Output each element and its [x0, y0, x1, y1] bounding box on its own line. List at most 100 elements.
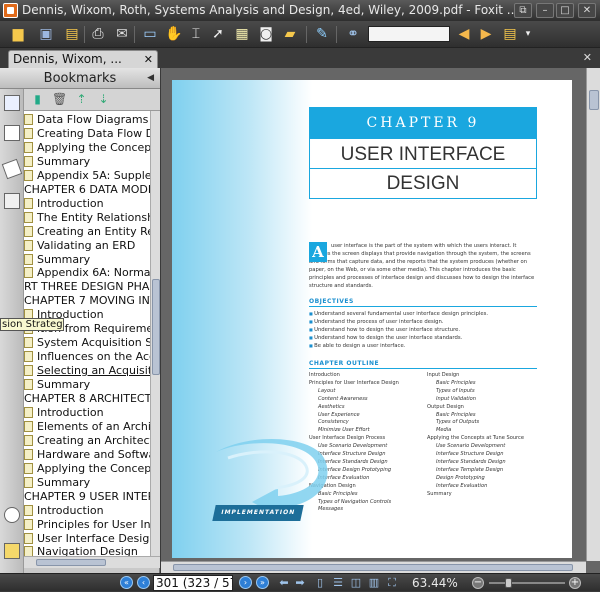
next-page-button[interactable]: ›	[239, 576, 252, 589]
print-icon[interactable]: ⎙	[88, 24, 108, 44]
comments-pane-icon[interactable]	[4, 193, 20, 209]
drop-cap: A	[309, 242, 327, 262]
outline-item: Minimize User Effort	[318, 427, 370, 434]
pages-pane-icon[interactable]	[4, 125, 20, 141]
delete-bookmark-icon[interactable]: 🗑	[52, 92, 67, 107]
binoculars-icon[interactable]: ⚭	[343, 24, 363, 44]
bookmark-item[interactable]: Appendix 6A: Normalizing	[24, 266, 150, 280]
go-forward-icon[interactable]: ➡	[294, 577, 306, 589]
bookmarks-vertical-scrollbar[interactable]	[150, 111, 160, 556]
outline-item: Output Design	[427, 403, 464, 410]
bookmark-item[interactable]: Summary	[24, 476, 90, 490]
bookmark-item[interactable]: Summary	[24, 155, 90, 169]
signature-icon[interactable]	[4, 543, 20, 559]
document-options-icon[interactable]: ▤	[500, 24, 520, 44]
foxit-app-icon[interactable]	[3, 3, 18, 18]
bookmark-item[interactable]: Creating an Architecture D	[24, 434, 150, 448]
open-folder-icon[interactable]: ▆	[8, 24, 28, 44]
viewer-vertical-scrollbar[interactable]	[586, 68, 600, 561]
pen-icon[interactable]: ✎	[312, 24, 332, 44]
email-icon[interactable]: ✉	[112, 24, 132, 44]
bookmark-item[interactable]: User Interface Design Pro	[24, 532, 150, 546]
bookmark-item[interactable]: CHAPTER 8 ARCHITECTURE D	[24, 392, 150, 406]
bookmark-item[interactable]: Navigation Design	[24, 545, 138, 556]
expand-bookmark-icon[interactable]: ⇡	[74, 92, 89, 107]
collapse-bookmark-icon[interactable]: ⇣	[96, 92, 111, 107]
attachments-icon[interactable]	[4, 507, 20, 523]
bookmark-label: Introduction	[37, 196, 104, 210]
toolbar-dropdown-icon[interactable]: ▾	[518, 24, 538, 44]
close-button[interactable]: ✕	[578, 3, 596, 18]
minimize-button[interactable]: –	[536, 3, 554, 18]
search-previous-icon[interactable]: ◀	[454, 24, 474, 44]
document-viewer[interactable]: CHAPTER 9 USER INTERFACE DESIGN user int…	[161, 68, 600, 573]
continuous-facing-icon[interactable]: ▥	[368, 577, 380, 589]
snapshot-icon[interactable]: ◙	[256, 24, 276, 44]
tab-document[interactable]: Dennis, Wixom, ... ✕	[8, 50, 158, 68]
search-next-icon[interactable]: ▶	[476, 24, 496, 44]
bookmark-item[interactable]: The Entity Relationship D	[24, 211, 150, 225]
save-icon[interactable]: ▣	[36, 24, 56, 44]
bookmark-item[interactable]: Validating an ERD	[24, 239, 135, 253]
bookmark-item[interactable]: Applying the Concepts at	[24, 141, 150, 155]
outline-item: Input Validation	[436, 395, 477, 402]
close-all-icon[interactable]: ✕	[583, 51, 592, 64]
previous-page-button[interactable]: ‹	[137, 576, 150, 589]
new-bookmark-icon[interactable]: ▮	[30, 92, 45, 107]
bookmark-item[interactable]: Data Flow Diagrams	[24, 113, 148, 127]
bookmark-page-icon	[24, 434, 33, 446]
tab-close-icon[interactable]: ✕	[144, 51, 153, 68]
outline-right-column: Input Design Basic Principles Types of Inp…	[427, 372, 545, 499]
display-icon[interactable]: ▭	[140, 24, 160, 44]
bookmark-item[interactable]: Creating an Entity Relation	[24, 225, 150, 239]
bookmark-item[interactable]: Hardware and Software S	[24, 448, 150, 462]
status-bar: « ‹ 301 (323 / 57 › » ⬅ ➡ ▯ ☰ ◫ ▥ ⛶ 63.4…	[0, 573, 600, 591]
bookmark-item[interactable]: Applying the Concepts at	[24, 462, 150, 476]
bookmark-page-icon	[24, 365, 33, 377]
go-back-icon[interactable]: ⬅	[278, 577, 290, 589]
single-page-icon[interactable]: ▯	[314, 577, 326, 589]
bookmark-item[interactable]: System Acquisition Strate	[24, 336, 150, 350]
zoom-slider-track[interactable]	[489, 582, 565, 584]
last-page-button[interactable]: »	[256, 576, 269, 589]
bookmark-item[interactable]: Introduction	[24, 197, 104, 211]
viewer-horizontal-scrollbar[interactable]	[161, 561, 586, 573]
bookmark-item[interactable]: Principles for User Interfac	[24, 518, 150, 532]
open-icon[interactable]: ▤	[62, 24, 82, 44]
zoom-in-button[interactable]: +	[569, 577, 581, 589]
notes-icon[interactable]: ▦	[232, 24, 252, 44]
facing-pages-icon[interactable]: ◫	[350, 577, 362, 589]
hand-tool-icon[interactable]: ✋	[164, 24, 184, 44]
continuous-page-icon[interactable]: ☰	[332, 577, 344, 589]
bookmark-item[interactable]: Influences on the Acquisit	[24, 350, 150, 364]
bookmark-item[interactable]: Summary	[24, 253, 90, 267]
document-tab-bar: Dennis, Wixom, ... ✕ ✕	[0, 48, 600, 68]
collapse-panel-icon[interactable]: ◀	[147, 68, 154, 89]
page-number-field[interactable]: 301 (323 / 57	[153, 575, 233, 591]
bookmark-item[interactable]: Appendix 5A: Supplement	[24, 169, 150, 183]
bookmark-item[interactable]: CHAPTER 6 DATA MODELING	[24, 183, 150, 197]
full-screen-icon[interactable]: ⛶	[386, 577, 398, 589]
bookmark-item[interactable]: Summary	[24, 378, 90, 392]
restore-icon[interactable]: ⧉	[514, 3, 532, 18]
first-page-button[interactable]: «	[120, 576, 133, 589]
bookmark-item[interactable]: Selecting an Acquisition S	[24, 364, 150, 378]
bookmark-item[interactable]: Creating Data Flow Diagrams	[24, 127, 150, 141]
zoom-out-button[interactable]: −	[472, 577, 484, 589]
pdf-export-icon[interactable]: ▰	[280, 24, 300, 44]
bookmarks-horizontal-scrollbar[interactable]	[24, 556, 160, 568]
bookmark-item[interactable]: Elements of an Architectur	[24, 420, 150, 434]
layers-pane-icon[interactable]	[1, 158, 23, 180]
bookmark-item[interactable]: Introduction	[24, 504, 104, 518]
bookmark-item[interactable]: Introduction	[24, 406, 104, 420]
select-text-icon[interactable]: ⌶	[186, 24, 206, 44]
search-input[interactable]	[368, 26, 450, 42]
bookmark-item[interactable]: CHAPTER 7 MOVING INTO DE	[24, 294, 150, 308]
maximize-button[interactable]: □	[556, 3, 574, 18]
bookmark-item[interactable]: RT THREE DESIGN PHASE	[24, 280, 150, 294]
pointer-icon[interactable]: ➚	[208, 24, 228, 44]
bookmark-item[interactable]: CHAPTER 9 USER INTERFACE	[24, 490, 150, 504]
zoom-slider-thumb[interactable]	[505, 578, 512, 588]
zoom-level: 63.44%	[412, 576, 458, 590]
bookmarks-pane-icon[interactable]	[4, 95, 20, 111]
